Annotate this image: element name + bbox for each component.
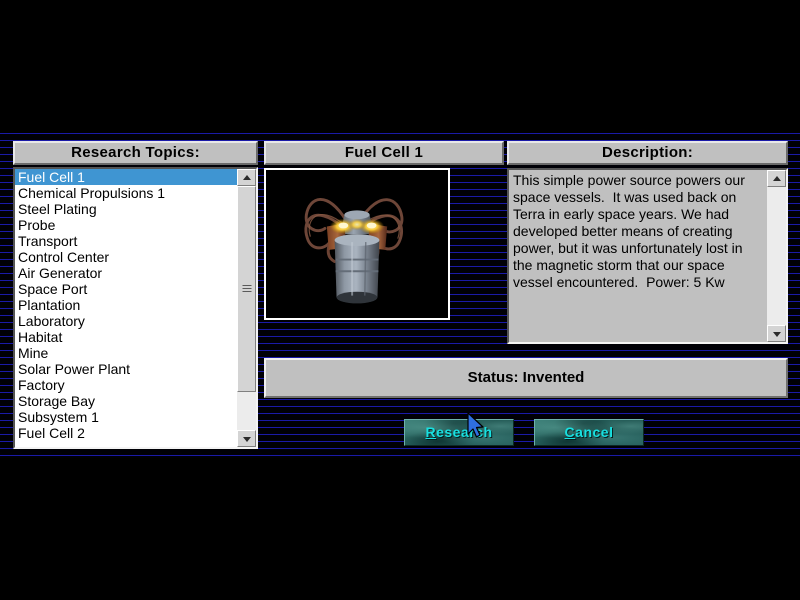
topic-list-item[interactable]: Fuel Cell 1 [15, 169, 237, 185]
triangle-up-icon [772, 175, 781, 181]
topic-list-item[interactable]: Factory [15, 377, 237, 393]
topic-list-item[interactable]: Laboratory [15, 313, 237, 329]
topic-list-item[interactable]: Air Generator [15, 265, 237, 281]
cancel-button[interactable]: Cancel [534, 419, 644, 446]
triangle-down-icon [242, 436, 251, 442]
game-screen: Research Topics: Fuel Cell 1 Chemical Pro… [0, 0, 800, 600]
topic-list-item[interactable]: Storage Bay [15, 393, 237, 409]
description-scroll-up-button[interactable] [767, 170, 786, 187]
topic-list-item[interactable]: Probe [15, 217, 237, 233]
triangle-down-icon [772, 331, 781, 337]
cancel-button-label: ancel [575, 424, 614, 440]
description-scrollbar[interactable] [767, 170, 786, 342]
grip-icon [242, 285, 251, 293]
topic-list-item[interactable]: Fuel Cell 2 [15, 425, 237, 441]
triangle-up-icon [242, 174, 251, 180]
topic-list-item[interactable]: Mine [15, 345, 237, 361]
research-dialog: Research Topics: Fuel Cell 1 Chemical Pro… [13, 141, 788, 449]
topic-list-item[interactable]: Habitat [15, 329, 237, 345]
topic-list-item[interactable]: Space Port [15, 281, 237, 297]
research-button-label: esearch [436, 424, 493, 440]
preview-title-header: Fuel Cell 1 [264, 141, 504, 165]
topic-list-item[interactable]: Chemical Propulsions 1 [15, 185, 237, 201]
research-button-accel: R [425, 424, 437, 440]
cancel-button-accel: C [564, 424, 576, 440]
topics-scrollbar[interactable] [237, 169, 256, 447]
topic-list-item[interactable]: Transport [15, 233, 237, 249]
topics-scroll-up-button[interactable] [237, 169, 256, 186]
topic-list-item[interactable]: Solar Power Plant [15, 361, 237, 377]
topics-scroll-down-button[interactable] [237, 430, 256, 447]
description-scroll-down-button[interactable] [767, 325, 786, 342]
topic-list-item[interactable]: Steel Plating [15, 201, 237, 217]
topic-list-item[interactable]: Plantation [15, 297, 237, 313]
preview-image-panel [264, 168, 450, 320]
topics-scroll-thumb[interactable] [237, 186, 256, 392]
description-text: This simple power source powers our spac… [513, 172, 749, 290]
research-button[interactable]: Research [404, 419, 514, 446]
topic-list-item[interactable]: Subsystem 1 [15, 409, 237, 425]
research-topics-header: Research Topics: [13, 141, 258, 165]
research-topics-listbox[interactable]: Fuel Cell 1 Chemical Propulsions 1 Steel P… [13, 167, 258, 449]
research-topics-items[interactable]: Fuel Cell 1 Chemical Propulsions 1 Steel P… [15, 169, 237, 447]
topics-scroll-track[interactable] [237, 186, 256, 430]
description-scroll-track[interactable] [767, 187, 786, 325]
status-bar: Status: Invented [264, 358, 788, 398]
description-panel: This simple power source powers our spac… [507, 168, 788, 344]
description-header: Description: [507, 141, 788, 165]
topic-list-item[interactable]: Control Center [15, 249, 237, 265]
fuel-cell-render-icon [266, 170, 448, 318]
